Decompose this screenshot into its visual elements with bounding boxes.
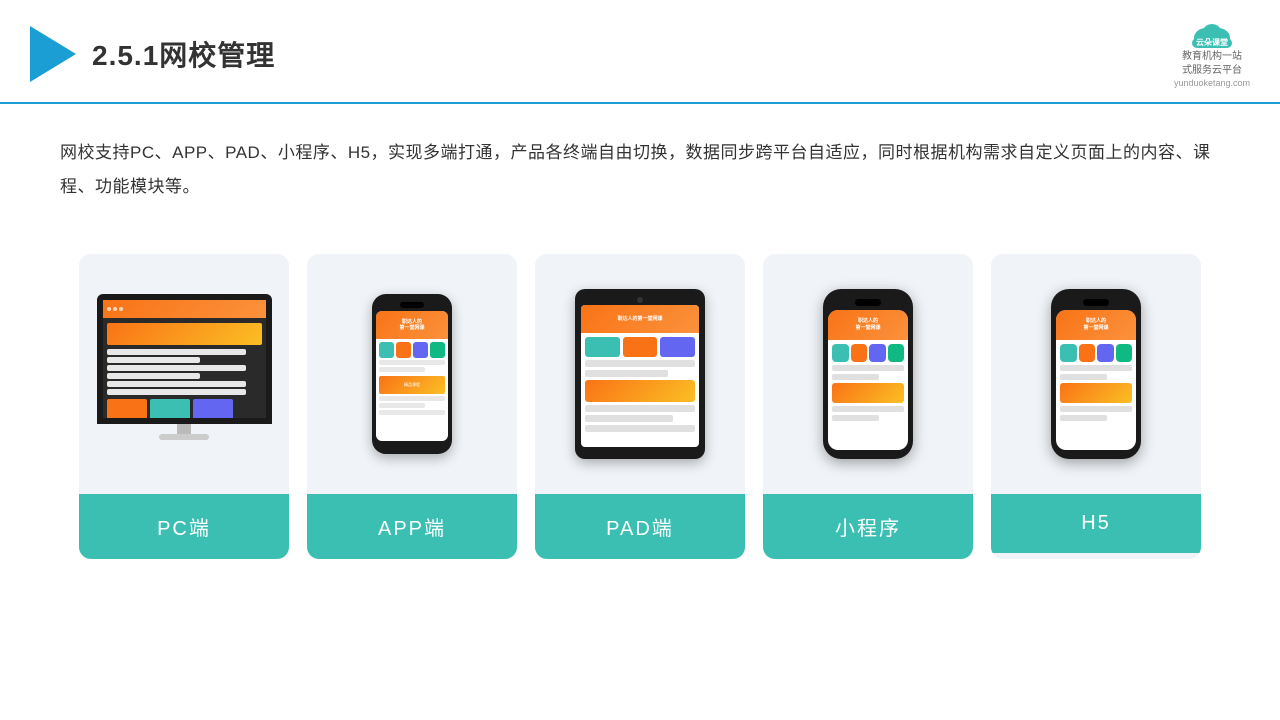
card-pad: 职达人的第一堂网课 bbox=[535, 254, 745, 559]
card-image-app: 职达人的第一堂网课 精品课程 bbox=[307, 254, 517, 494]
tablet-screen-top: 职达人的第一堂网课 bbox=[581, 305, 699, 333]
phone-h5-screen: 职达人的第一堂网课 bbox=[1056, 310, 1136, 450]
description-text: 网校支持PC、APP、PAD、小程序、H5，实现多端打通，产品各终端自由切换，数… bbox=[60, 136, 1220, 204]
pc-monitor bbox=[97, 294, 272, 454]
phone-h5-notch bbox=[1083, 299, 1109, 306]
card-label-miniapp: 小程序 bbox=[763, 494, 973, 559]
phone-modern-notch bbox=[855, 299, 881, 306]
cloud-svg-icon: 云朵课堂 bbox=[1184, 18, 1240, 50]
monitor-screen bbox=[97, 294, 272, 424]
phone-h5: 职达人的第一堂网课 bbox=[1051, 289, 1141, 459]
svg-text:云朵课堂: 云朵课堂 bbox=[1196, 37, 1228, 47]
tablet-screen: 职达人的第一堂网课 bbox=[581, 305, 699, 447]
card-pc: PC端 bbox=[79, 254, 289, 559]
cards-container: PC端 职达人的第一堂网课 精 bbox=[0, 224, 1280, 589]
logo-icon bbox=[30, 26, 76, 82]
card-miniapp: 职达人的第一堂网课 bbox=[763, 254, 973, 559]
card-image-miniapp: 职达人的第一堂网课 bbox=[763, 254, 973, 494]
header: 2.5.1网校管理 云朵课堂 教育机构一站 式服务云平台 yunduoketan… bbox=[0, 0, 1280, 104]
card-label-h5: H5 bbox=[991, 494, 1201, 553]
card-image-pad: 职达人的第一堂网课 bbox=[535, 254, 745, 494]
card-h5: 职达人的第一堂网课 bbox=[991, 254, 1201, 559]
card-label-pad: PAD端 bbox=[535, 494, 745, 559]
card-image-h5: 职达人的第一堂网课 bbox=[991, 254, 1201, 494]
phone-miniapp: 职达人的第一堂网课 bbox=[823, 289, 913, 459]
card-app: 职达人的第一堂网课 精品课程 bbox=[307, 254, 517, 559]
header-left: 2.5.1网校管理 bbox=[30, 26, 275, 82]
phone-screen-top: 职达人的第一堂网课 bbox=[376, 311, 448, 339]
brand-url: yunduoketang.com bbox=[1174, 78, 1250, 90]
tablet-mock: 职达人的第一堂网课 bbox=[575, 289, 705, 459]
phone-notch bbox=[400, 302, 424, 308]
brand-tagline: 教育机构一站 式服务云平台 yunduoketang.com bbox=[1174, 50, 1250, 90]
card-label-pc: PC端 bbox=[79, 494, 289, 559]
phone-app: 职达人的第一堂网课 精品课程 bbox=[372, 294, 452, 454]
brand-logo: 云朵课堂 教育机构一站 式服务云平台 yunduoketang.com bbox=[1174, 18, 1250, 90]
card-image-pc bbox=[79, 254, 289, 494]
phone-screen: 职达人的第一堂网课 精品课程 bbox=[376, 311, 448, 441]
tablet-camera bbox=[637, 297, 643, 303]
card-label-app: APP端 bbox=[307, 494, 517, 559]
description: 网校支持PC、APP、PAD、小程序、H5，实现多端打通，产品各终端自由切换，数… bbox=[0, 104, 1280, 224]
header-right: 云朵课堂 教育机构一站 式服务云平台 yunduoketang.com bbox=[1174, 18, 1250, 90]
phone-h5-screen-top: 职达人的第一堂网课 bbox=[1056, 310, 1136, 340]
page-title: 2.5.1网校管理 bbox=[92, 34, 275, 74]
brand-icon: 云朵课堂 bbox=[1184, 18, 1240, 50]
phone-modern-screen-top: 职达人的第一堂网课 bbox=[828, 310, 908, 340]
phone-modern-screen: 职达人的第一堂网课 bbox=[828, 310, 908, 450]
